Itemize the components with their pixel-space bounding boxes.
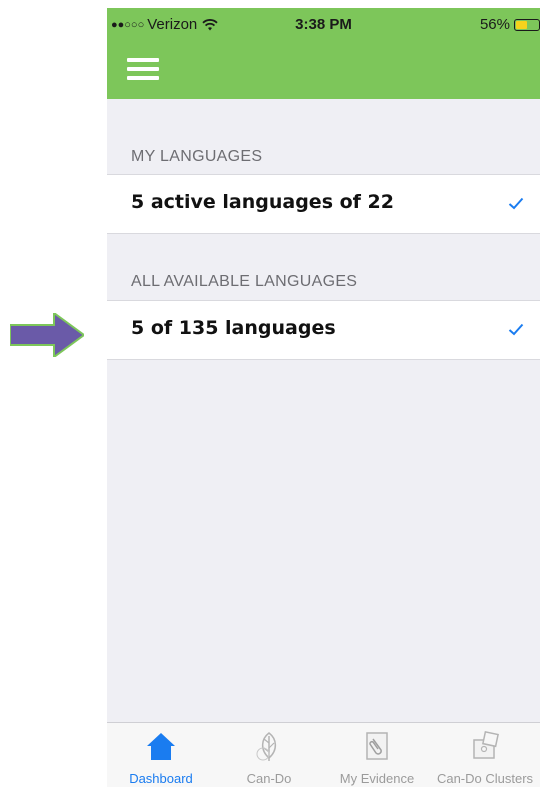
section-header-all-languages: ALL AVAILABLE LANGUAGES [131,273,358,290]
status-time: 3:38 PM [295,16,352,33]
tab-my-evidence[interactable]: My Evidence [323,723,431,787]
leaf-icon [256,732,277,761]
navigation-bar [107,42,540,99]
my-languages-row-label: 5 active languages of 22 [131,191,394,213]
battery-fill [516,20,528,29]
tab-can-do-label: Can-Do [246,771,292,786]
my-languages-row[interactable]: 5 active languages of 22 [107,174,540,234]
status-bar: ●●○○○ Verizon 3:38 PM 56% [107,8,540,42]
hamburger-menu-icon[interactable] [127,56,159,82]
tab-can-do-clusters-label: Can-Do Clusters [436,771,534,786]
paperclip-document-icon [366,732,388,760]
annotation-arrow-icon [10,313,84,357]
checkmark-icon [508,197,524,210]
tab-can-do-clusters[interactable]: Can-Do Clusters [431,723,539,787]
tab-dashboard-label: Dashboard [129,771,193,786]
screenshot-canvas: ●●○○○ Verizon 3:38 PM 56% MY LANGUAGES 5… [0,0,540,787]
checkmark-icon [508,323,524,336]
tab-bar: Dashboard Can-Do My Evidence Can-Do Clus… [107,722,540,787]
house-icon [147,733,175,760]
status-right: 56% [480,16,540,33]
phone-screen: ●●○○○ Verizon 3:38 PM 56% MY LANGUAGES 5… [107,8,540,787]
all-languages-row[interactable]: 5 of 135 languages [107,300,540,360]
tab-my-evidence-label: My Evidence [339,771,415,786]
section-header-my-languages: MY LANGUAGES [131,148,263,165]
puzzle-icon [473,730,499,759]
battery-icon [514,18,540,31]
all-languages-row-label: 5 of 135 languages [131,317,336,339]
tab-can-do[interactable]: Can-Do [215,723,323,787]
battery-percent: 56% [479,16,510,33]
tab-dashboard[interactable]: Dashboard [107,723,215,787]
